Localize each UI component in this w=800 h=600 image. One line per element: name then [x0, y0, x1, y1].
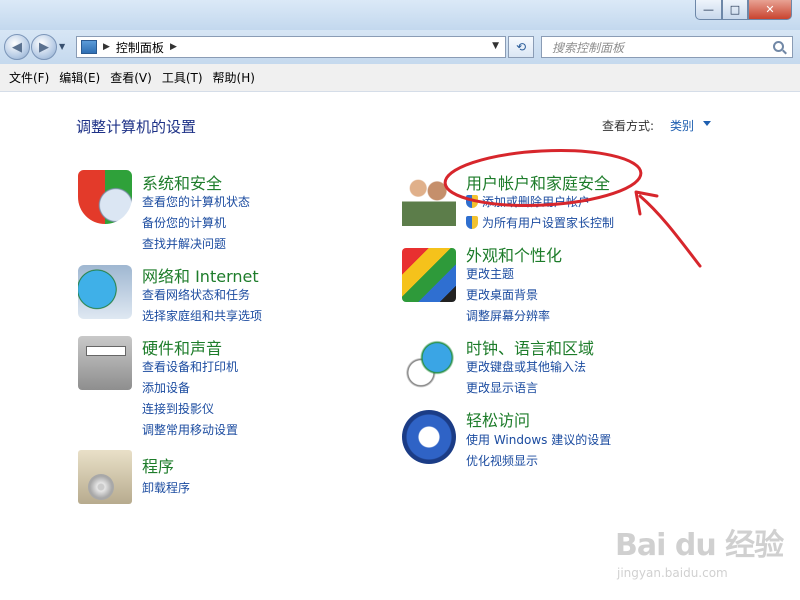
category-system-security[interactable]: 系统和安全 — [142, 170, 222, 194]
refresh-button[interactable]: ⟲ — [508, 36, 534, 58]
link-change-background[interactable]: 更改桌面背景 — [466, 286, 538, 303]
search-placeholder: 搜索控制面板 — [552, 40, 625, 55]
category-appearance[interactable]: 外观和个性化 — [466, 242, 562, 266]
display-palette-icon[interactable] — [402, 248, 456, 302]
search-input[interactable]: 搜索控制面板 — [541, 36, 793, 58]
category-clock-language-region[interactable]: 时钟、语言和区域 — [466, 335, 594, 359]
breadcrumb-separator[interactable]: ▶ — [170, 42, 177, 52]
clock-globe-icon[interactable] — [402, 336, 456, 390]
users-icon[interactable] — [402, 172, 456, 226]
address-dropdown-icon[interactable]: ▼ — [492, 41, 499, 51]
link-change-theme[interactable]: 更改主题 — [466, 265, 514, 282]
link-uninstall-program[interactable]: 卸载程序 — [142, 479, 190, 496]
link-devices-printers[interactable]: 查看设备和打印机 — [142, 358, 238, 375]
view-by-label: 查看方式: — [602, 119, 655, 133]
link-network-status[interactable]: 查看网络状态和任务 — [142, 286, 250, 303]
watermark-url: jingyan.baidu.com — [617, 566, 728, 580]
menu-edit[interactable]: 编辑(E) — [54, 69, 105, 86]
page-title: 调整计算机的设置 — [76, 118, 197, 136]
breadcrumb-control-panel[interactable]: 控制面板 — [116, 39, 164, 56]
maximize-button[interactable]: □ — [722, 0, 748, 20]
category-user-accounts[interactable]: 用户帐户和家庭安全 — [466, 170, 610, 194]
menu-help[interactable]: 帮助(H) — [208, 69, 260, 86]
link-mobility-settings[interactable]: 调整常用移动设置 — [142, 421, 238, 438]
shield-icon[interactable] — [78, 170, 132, 224]
uac-shield-icon — [466, 216, 478, 229]
category-hardware-sound[interactable]: 硬件和声音 — [142, 335, 222, 359]
chevron-down-icon[interactable] — [703, 121, 711, 126]
link-label: 为所有用户设置家长控制 — [482, 216, 615, 230]
annotation-arrow-shaft — [638, 194, 702, 268]
baidu-jingyan-watermark: Bai du 经验 jingyan.baidu.com — [615, 520, 784, 580]
category-network-internet[interactable]: 网络和 Internet — [142, 263, 259, 287]
printer-icon[interactable] — [78, 336, 132, 390]
link-add-remove-accounts[interactable]: 添加或删除用户帐户 — [466, 193, 590, 210]
link-backup-computer[interactable]: 备份您的计算机 — [142, 214, 226, 231]
back-button[interactable]: ◀ — [4, 34, 30, 60]
menu-file[interactable]: 文件(F) — [4, 69, 54, 86]
ease-of-access-icon[interactable] — [402, 410, 456, 464]
link-find-fix-problems[interactable]: 查找并解决问题 — [142, 235, 226, 252]
menu-view[interactable]: 查看(V) — [105, 69, 157, 86]
close-button[interactable]: ✕ — [748, 0, 792, 20]
network-globe-icon[interactable] — [78, 265, 132, 319]
link-connect-projector[interactable]: 连接到投影仪 — [142, 400, 214, 417]
category-programs[interactable]: 程序 — [142, 453, 174, 477]
minimize-button[interactable]: — — [695, 0, 722, 20]
uac-shield-icon — [466, 195, 478, 208]
annotation-arrow-head — [634, 190, 659, 216]
forward-button[interactable]: ▶ — [31, 34, 57, 60]
menu-bar: 文件(F) 编辑(E) 查看(V) 工具(T) 帮助(H) — [0, 64, 800, 92]
search-icon[interactable] — [773, 41, 784, 52]
watermark-logo: Bai du 经验 — [615, 528, 784, 563]
link-adjust-resolution[interactable]: 调整屏幕分辨率 — [466, 307, 550, 324]
category-ease-of-access[interactable]: 轻松访问 — [466, 407, 530, 431]
link-view-computer-status[interactable]: 查看您的计算机状态 — [142, 193, 250, 210]
recent-pages-dropdown[interactable]: ▼ — [59, 42, 65, 51]
window-title-bar: — □ ✕ — [0, 0, 800, 30]
window-controls: — □ ✕ — [695, 0, 792, 20]
link-change-keyboard[interactable]: 更改键盘或其他输入法 — [466, 358, 586, 375]
control-panel-icon — [81, 40, 97, 54]
breadcrumb-separator[interactable]: ▶ — [103, 42, 110, 52]
programs-disc-icon[interactable] — [78, 450, 132, 504]
link-homegroup-sharing[interactable]: 选择家庭组和共享选项 — [142, 307, 262, 324]
link-change-display-language[interactable]: 更改显示语言 — [466, 379, 538, 396]
link-parental-controls[interactable]: 为所有用户设置家长控制 — [466, 214, 614, 231]
link-recommended-settings[interactable]: 使用 Windows 建议的设置 — [466, 431, 611, 448]
link-label: 添加或删除用户帐户 — [482, 195, 591, 209]
link-optimize-display[interactable]: 优化视频显示 — [466, 452, 538, 469]
navigation-bar: ◀ ▶ ▼ ▶ 控制面板 ▶ ▼ ⟲ 搜索控制面板 — [0, 30, 800, 64]
menu-tools[interactable]: 工具(T) — [157, 69, 208, 86]
view-by-dropdown[interactable]: 类别 — [670, 117, 694, 134]
link-add-device[interactable]: 添加设备 — [142, 379, 190, 396]
address-bar[interactable]: ▶ 控制面板 ▶ ▼ — [76, 36, 506, 58]
